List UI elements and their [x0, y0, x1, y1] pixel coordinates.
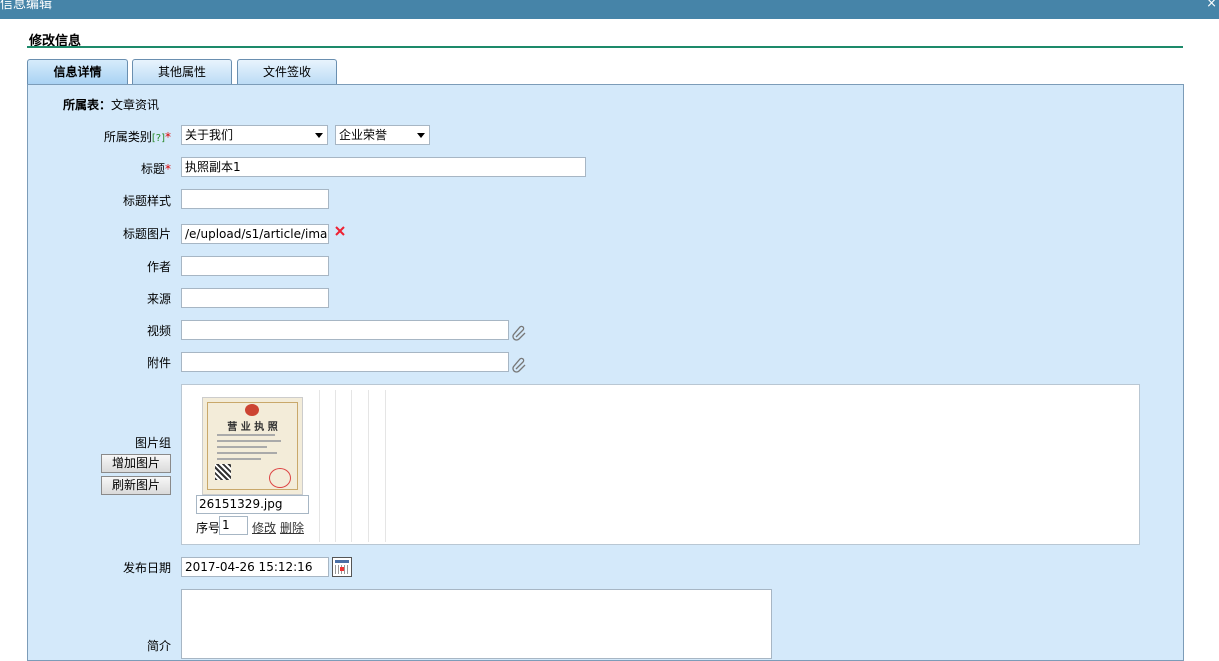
- publish-date-label: 发布日期: [122, 561, 171, 575]
- add-image-button[interactable]: 增加图片: [101, 454, 171, 473]
- video-input[interactable]: [181, 320, 509, 340]
- author-label: 作者: [146, 260, 171, 274]
- category-help-link[interactable]: [?]: [152, 133, 165, 144]
- publish-date-input[interactable]: 2017-04-26 15:12:16: [181, 557, 329, 577]
- category-main-select[interactable]: 关于我们: [181, 125, 328, 145]
- category-label: 所属类别: [103, 130, 152, 144]
- table-info: 所属表：文章资讯: [63, 96, 159, 113]
- chevron-down-icon: [315, 133, 323, 138]
- refresh-image-button[interactable]: 刷新图片: [101, 476, 171, 495]
- order-label: 序号: [196, 521, 221, 535]
- tab-info-detail[interactable]: 信息详情: [27, 59, 128, 84]
- category-sub-select[interactable]: 企业荣誉: [335, 125, 430, 145]
- attachment-label: 附件: [146, 356, 171, 370]
- title-input[interactable]: 执照副本1: [181, 157, 586, 177]
- table-label: 所属表：: [63, 98, 112, 112]
- table-value: 文章资讯: [111, 98, 160, 112]
- tab-file-signoff[interactable]: 文件签收: [237, 59, 337, 84]
- gallery-filename-input[interactable]: 26151329.jpg: [196, 495, 309, 514]
- window-title: 信息编辑: [0, 0, 53, 12]
- summary-label: 简介: [146, 639, 171, 653]
- video-label: 视频: [146, 324, 171, 338]
- tab-other-attributes[interactable]: 其他属性: [132, 59, 232, 84]
- title-image-input[interactable]: /e/upload/s1/article/imag: [181, 224, 329, 244]
- attachment-input[interactable]: [181, 352, 509, 372]
- remove-image-icon[interactable]: [334, 225, 346, 237]
- gallery-thumbnail[interactable]: 营 业 执 照: [202, 397, 303, 495]
- title-style-input[interactable]: [181, 189, 329, 209]
- image-gallery: 营 业 执 照 26151329.jpg 序号 1 修改 删除: [181, 384, 1140, 545]
- paperclip-icon[interactable]: [512, 357, 528, 373]
- chevron-down-icon: [417, 133, 425, 138]
- window-titlebar: 信息编辑 ×: [0, 0, 1219, 19]
- title-image-label: 标题图片: [122, 227, 171, 241]
- author-input[interactable]: [181, 256, 329, 276]
- title-label: 标题: [140, 162, 165, 176]
- required-mark: *: [165, 162, 171, 176]
- section-divider: [27, 46, 1183, 48]
- category-sub-value: 企业荣誉: [339, 128, 388, 142]
- title-label-wrap: 标题*: [27, 160, 171, 177]
- close-icon[interactable]: ×: [1206, 0, 1217, 11]
- paperclip-icon[interactable]: [512, 325, 528, 341]
- required-mark: *: [165, 130, 171, 144]
- title-style-label: 标题样式: [122, 194, 171, 208]
- delete-link[interactable]: 删除: [280, 519, 304, 536]
- calendar-icon[interactable]: [332, 557, 352, 577]
- source-label: 来源: [146, 292, 171, 306]
- gallery-label: 图片组: [134, 436, 171, 450]
- edit-link[interactable]: 修改: [252, 519, 276, 536]
- source-input[interactable]: [181, 288, 329, 308]
- thumb-heading: 营 业 执 照: [227, 422, 278, 433]
- category-main-value: 关于我们: [185, 128, 234, 142]
- order-input[interactable]: 1: [219, 516, 248, 535]
- category-label-wrap: 所属类别[?]*: [27, 128, 171, 145]
